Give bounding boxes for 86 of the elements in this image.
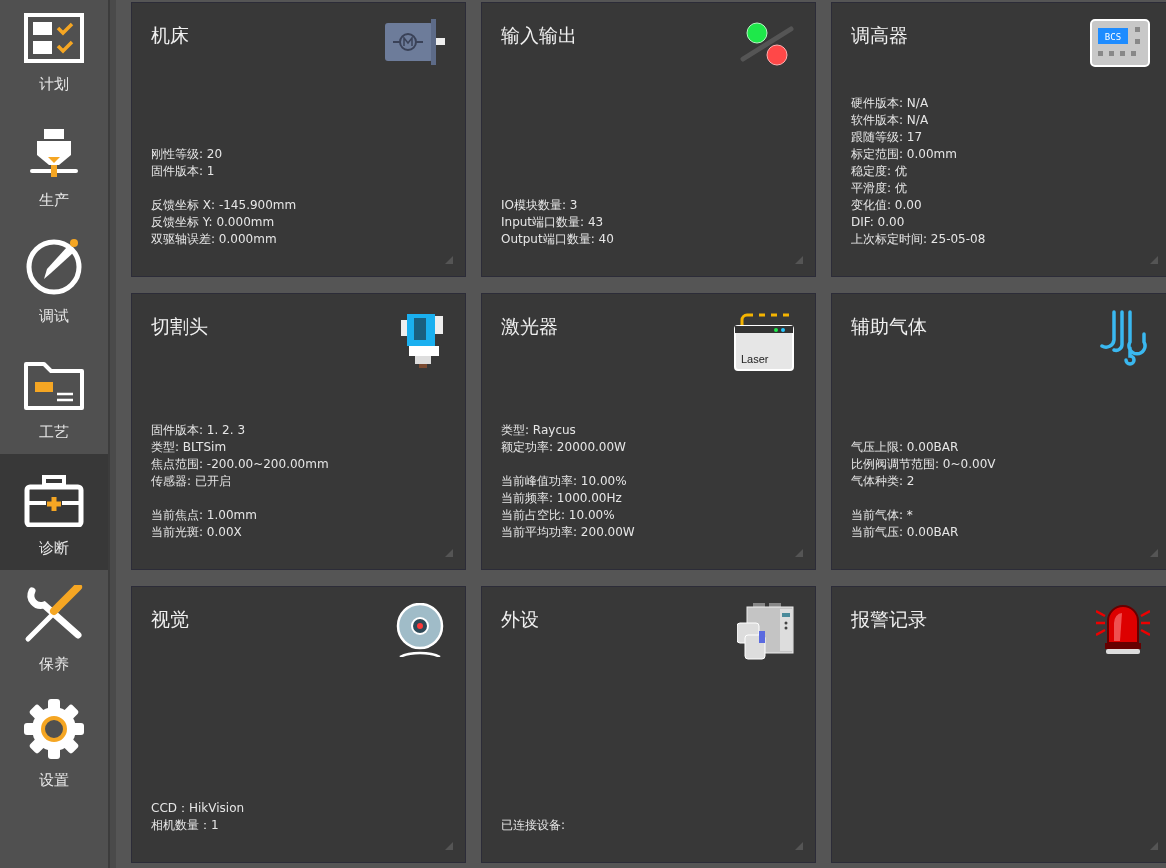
- card-title: 切割头: [151, 314, 208, 339]
- info-line: 相机数量：1: [151, 817, 220, 834]
- info-line: 反馈坐标 X: -145.900mm: [151, 197, 298, 214]
- info-line: 当前平均功率: 200.00W: [501, 524, 636, 541]
- info-line: 固件版本: 1. 2. 3: [151, 422, 247, 439]
- info-line: IO模块数量: 3: [501, 197, 579, 214]
- info-line: 当前峰值功率: 10.00%: [501, 473, 628, 490]
- info-line: 比例阀调节范围: 0~0.00V: [851, 456, 997, 473]
- info-line: 当前占空比: 10.00%: [501, 507, 616, 524]
- sidebar-item[interactable]: 生产: [0, 106, 108, 222]
- info-line: 稳定度: 优: [851, 163, 908, 180]
- gear-icon: [24, 699, 84, 759]
- tools-icon: [24, 585, 84, 643]
- info-line: 标定范围: 0.00mm: [851, 146, 958, 163]
- info-line: 当前焦点: 1.00mm: [151, 507, 258, 524]
- card-title: 辅助气体: [851, 314, 927, 339]
- info-line: 气压上限: 0.00BAR: [851, 439, 960, 456]
- sidebar-item[interactable]: 诊断: [0, 454, 108, 570]
- info-line: 跟随等级: 17: [851, 129, 924, 146]
- info-line: 类型: BLTSim: [151, 439, 228, 456]
- sidebar-item[interactable]: 工艺: [0, 338, 108, 454]
- card-title: 调高器: [851, 23, 908, 48]
- info-line: 平滑度: 优: [851, 180, 908, 197]
- info-line: 已连接设备:: [501, 817, 567, 834]
- resize-grip-icon: [1150, 842, 1158, 850]
- device-card[interactable]: 外设 已连接设备:: [481, 586, 816, 863]
- resize-grip-icon: [445, 842, 453, 850]
- sidebar-item[interactable]: 调试: [0, 222, 108, 338]
- info-line: 变化值: 0.00: [851, 197, 923, 214]
- screen-label: BCS: [1104, 32, 1122, 42]
- resize-grip-icon: [445, 256, 453, 264]
- info-line: 当前气压: 0.00BAR: [851, 524, 960, 541]
- device-card[interactable]: 激光器 Laser 类型: Raycus 额定功率: 20000.00W 当前峰值功率: 10.00% 当前频率: 1000.00Hz 当前占空比: 10.00% 当前平均功率: 200.00W: [481, 293, 816, 570]
- siren-icon: [1096, 603, 1150, 655]
- info-line: 当前频率: 1000.00Hz: [501, 490, 623, 507]
- sidebar-item[interactable]: 计划: [0, 0, 108, 106]
- info-line: 焦点范围: -200.00~200.00mm: [151, 456, 330, 473]
- card-title: 机床: [151, 23, 189, 48]
- resize-grip-icon: [795, 256, 803, 264]
- sidebar-item[interactable]: 设置: [0, 686, 108, 802]
- info-line: CCD：HikVision: [151, 800, 246, 817]
- device-card[interactable]: 视觉 CCD：HikVision 相机数量：1: [131, 586, 466, 863]
- info-line: DIF: 0.00: [851, 214, 906, 231]
- resize-grip-icon: [445, 549, 453, 557]
- device-card[interactable]: 辅助气体 气压上限: 0.00BAR 比例阀调节范围: 0~0.00V 气体种类: 2 当前气体: * 当前气压: 0.00BAR: [831, 293, 1166, 570]
- resize-grip-icon: [795, 842, 803, 850]
- card-title: 外设: [501, 607, 539, 632]
- device-card[interactable]: 调高器 BCS 硬件版本: N/A 软件版本: N/A 跟随等级: 17 标定范围: 0.00mm 稳定度: 优 平滑度: 优 变化值: 0.00 DIF: 0.00 上次标定时间: 25-05-08: [831, 2, 1166, 277]
- resize-grip-icon: [795, 549, 803, 557]
- info-line: 额定功率: 20000.00W: [501, 439, 627, 456]
- gas-pipes-icon: [1100, 310, 1150, 368]
- toggle-lights-icon: [739, 19, 795, 69]
- info-line: Output端口数量: 40: [501, 231, 615, 248]
- motor-icon: [385, 19, 445, 65]
- medical-kit-icon: [24, 475, 84, 527]
- info-line: 当前气体: *: [851, 507, 914, 524]
- info-line: 气体种类: 2: [851, 473, 916, 490]
- info-line: 固件版本: 1: [151, 163, 216, 180]
- info-line: 上次标定时间: 25-05-08: [851, 231, 987, 248]
- device-card[interactable]: 报警记录: [831, 586, 1166, 863]
- info-line: 传感器: 已开启: [151, 473, 232, 490]
- controller-screen-icon: [1090, 19, 1150, 67]
- card-title: 输入输出: [501, 23, 577, 48]
- device-card[interactable]: 机床 刚性等级: 20 固件版本: 1 反馈坐标 X: -145.900mm 反馈坐标 Y: 0.000mm 双驱轴误差: 0.000mm: [131, 2, 466, 277]
- card-title: 报警记录: [851, 607, 927, 632]
- device-card[interactable]: 切割头 固件版本: 1. 2. 3 类型: BLTSim 焦点范围: -200.00~200.00mm 传感器: 已开启 当前焦点: 1.00mm 当前光斑: 0.00X: [131, 293, 466, 570]
- info-line: 当前光斑: 0.00X: [151, 524, 243, 541]
- laser-device-icon: [734, 313, 794, 371]
- device-label: Laser: [741, 353, 769, 365]
- card-title: 视觉: [151, 607, 189, 632]
- cabinet-devices-icon: [737, 603, 795, 661]
- sidebar-item[interactable]: 保养: [0, 570, 108, 686]
- resize-grip-icon: [1150, 256, 1158, 264]
- info-line: 反馈坐标 Y: 0.000mm: [151, 214, 276, 231]
- card-title: 激光器: [501, 314, 558, 339]
- webcam-icon: [395, 603, 445, 657]
- info-line: 双驱轴误差: 0.000mm: [151, 231, 278, 248]
- info-line: 类型: Raycus: [501, 422, 577, 439]
- info-line: 硬件版本: N/A: [851, 95, 930, 112]
- info-line: 刚性等级: 20: [151, 146, 224, 163]
- info-line: Input端口数量: 43: [501, 214, 605, 231]
- folder-icon: [23, 359, 85, 411]
- resize-grip-icon: [1150, 549, 1158, 557]
- checklist-icon: [24, 13, 84, 63]
- info-line: 软件版本: N/A: [851, 112, 930, 129]
- device-card[interactable]: 输入输出 IO模块数量: 3 Input端口数量: 43 Output端口数量: 40: [481, 2, 816, 277]
